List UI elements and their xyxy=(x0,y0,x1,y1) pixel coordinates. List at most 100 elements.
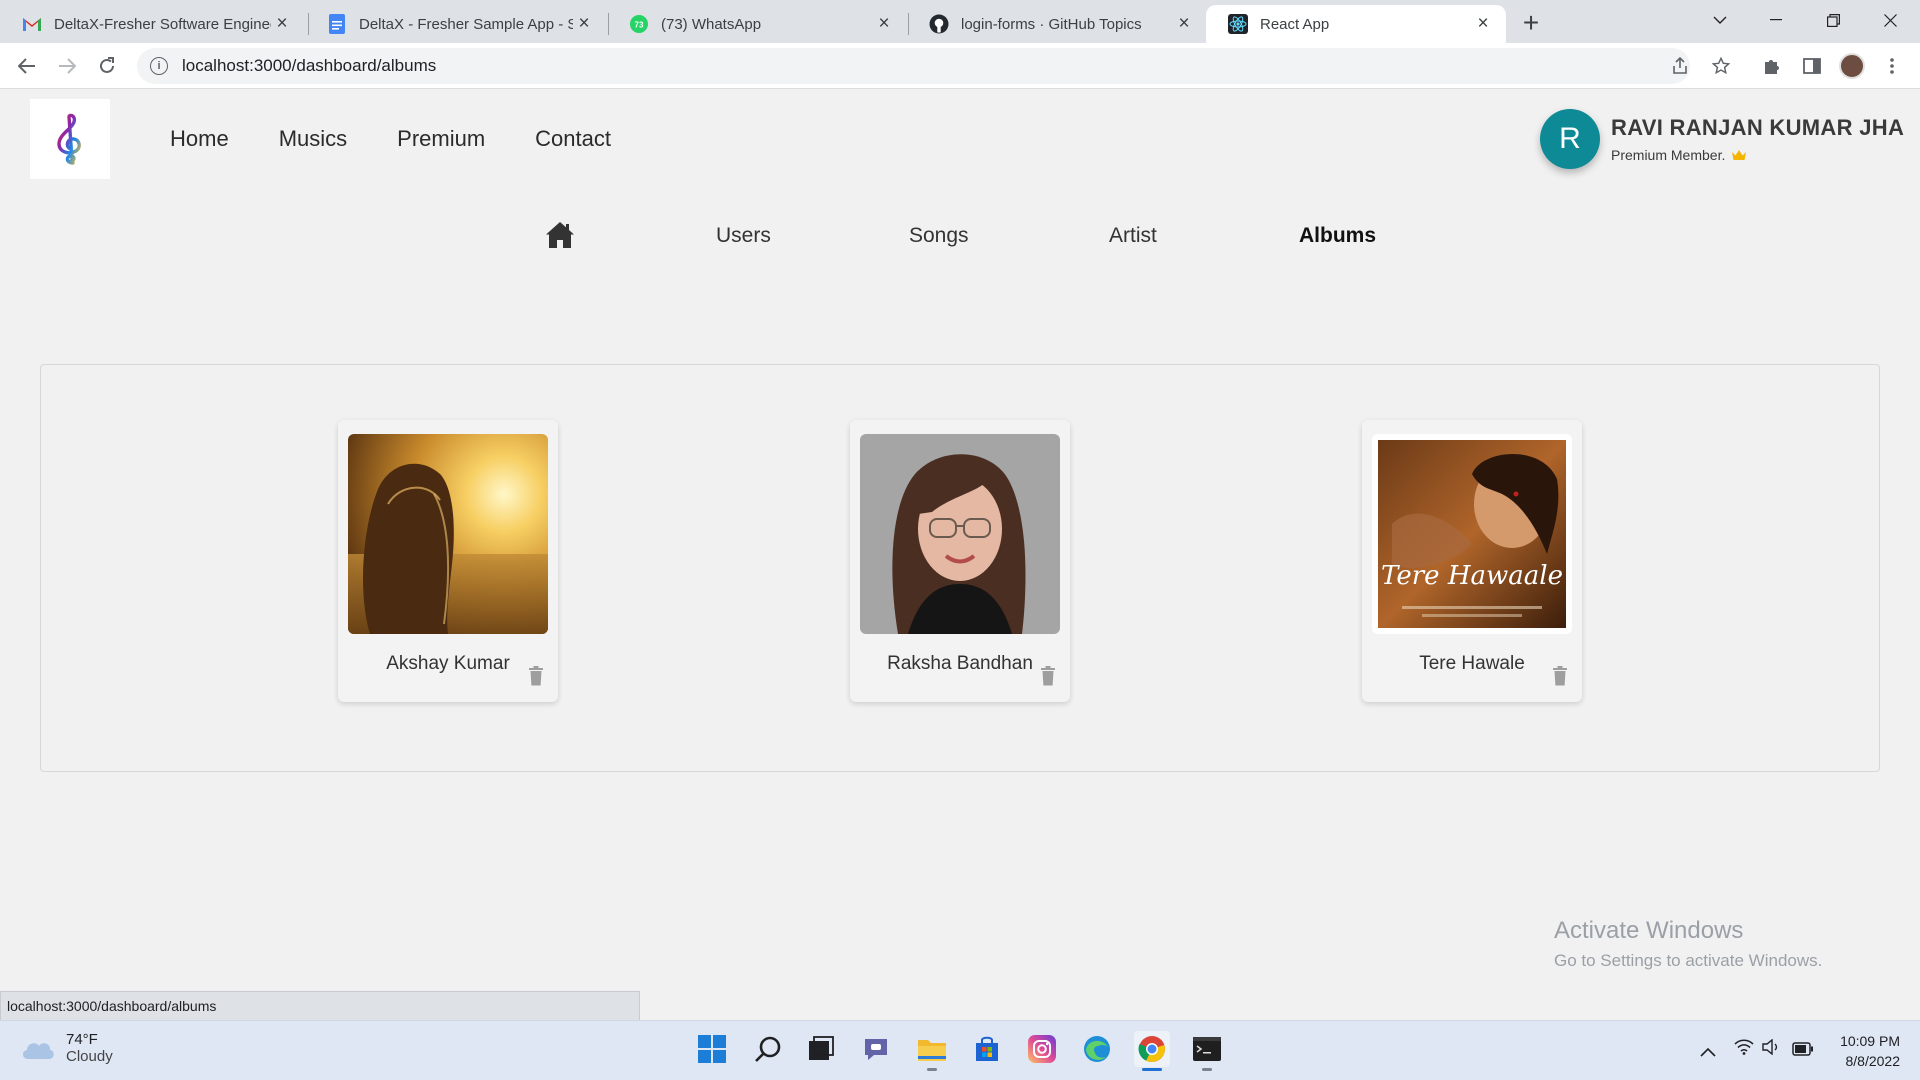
weather-temp: 74°F xyxy=(66,1031,98,1048)
albums-panel: Akshay Kumar Raksha Bandhan Tere Hawaale… xyxy=(40,364,1880,772)
weather-widget[interactable]: 74°F Cloudy xyxy=(20,1031,113,1065)
store-bag-icon xyxy=(976,1036,998,1061)
gmail-icon xyxy=(22,14,42,34)
treble-clef-logo-icon xyxy=(57,113,81,165)
wifi-icon xyxy=(1734,1039,1754,1055)
subnav-songs[interactable]: Songs xyxy=(909,224,969,248)
back-button[interactable] xyxy=(13,52,41,80)
subnav-albums[interactable]: Albums xyxy=(1299,224,1376,248)
terminal-button[interactable] xyxy=(1189,1031,1225,1071)
tab-title: React App xyxy=(1260,15,1330,33)
extensions-puzzle-icon[interactable] xyxy=(1759,53,1785,79)
tab-google-docs[interactable]: DeltaX - Fresher Sample App - Sp × xyxy=(305,5,607,43)
instagram-button[interactable] xyxy=(1024,1031,1060,1067)
site-info-icon[interactable]: i xyxy=(150,57,168,75)
close-tab-icon[interactable]: × xyxy=(873,13,895,35)
side-panel-icon[interactable] xyxy=(1799,53,1825,79)
tab-title: (73) WhatsApp xyxy=(661,15,762,33)
minimize-button[interactable] xyxy=(1756,4,1796,36)
app-root: Home Musics Premium Contact R RAVI RANJA… xyxy=(0,89,1920,992)
album-card[interactable]: Tere Hawaale Tere Hawale xyxy=(1362,420,1582,702)
tab-title: DeltaX-Fresher Software Enginee xyxy=(54,15,271,33)
nav-home[interactable]: Home xyxy=(170,126,229,152)
tab-github[interactable]: login-forms · GitHub Topics × xyxy=(907,5,1207,43)
membership-label: Premium Member. xyxy=(1611,147,1726,163)
battery-status[interactable] xyxy=(1792,1040,1814,1061)
close-tab-icon[interactable]: × xyxy=(573,13,595,35)
windows-logo-icon xyxy=(698,1035,726,1063)
watermark-title: Activate Windows xyxy=(1554,917,1744,944)
close-tab-icon[interactable]: × xyxy=(1173,13,1195,35)
svg-text:73: 73 xyxy=(635,21,644,30)
windows-taskbar: 74°F Cloudy 10:09 PM 8/8/2022 xyxy=(0,1020,1920,1080)
microsoft-store-button[interactable] xyxy=(969,1031,1005,1067)
teams-chat-button[interactable] xyxy=(858,1031,894,1067)
album-cover-sunset-field xyxy=(348,434,548,634)
delete-trash-icon[interactable] xyxy=(528,666,544,686)
album-cover-tere-hawaale-poster: Tere Hawaale xyxy=(1372,434,1572,634)
start-button[interactable] xyxy=(694,1031,730,1067)
speaker-icon xyxy=(1762,1038,1778,1056)
clock-date: 8/8/2022 xyxy=(1845,1053,1901,1069)
teams-chat-icon xyxy=(865,1039,887,1060)
album-card[interactable]: Akshay Kumar xyxy=(338,420,558,702)
edge-icon xyxy=(1084,1036,1110,1062)
user-name: RAVI RANJAN KUMAR JHA xyxy=(1611,115,1905,140)
home-icon xyxy=(546,222,574,248)
taskbar-search-button[interactable] xyxy=(750,1031,786,1067)
delete-trash-icon[interactable] xyxy=(1040,666,1056,686)
nav-premium[interactable]: Premium xyxy=(397,126,485,152)
browser-tab-strip: DeltaX-Fresher Software Enginee × DeltaX… xyxy=(0,0,1920,43)
reload-button[interactable] xyxy=(93,52,121,80)
instagram-icon xyxy=(1028,1035,1056,1063)
chrome-browser-button[interactable] xyxy=(1134,1031,1170,1071)
delete-trash-icon[interactable] xyxy=(1552,666,1568,686)
chrome-icon xyxy=(1138,1036,1165,1063)
nav-contact[interactable]: Contact xyxy=(535,126,611,152)
tab-search-icon[interactable] xyxy=(1700,4,1740,36)
tab-whatsapp[interactable]: 73 (73) WhatsApp × xyxy=(607,5,907,43)
profile-avatar-icon[interactable] xyxy=(1839,53,1865,79)
close-tab-icon[interactable]: × xyxy=(1472,13,1494,35)
browser-menu-icon[interactable] xyxy=(1879,53,1905,79)
app-logo[interactable] xyxy=(30,99,110,179)
show-hidden-icons-button[interactable] xyxy=(1700,1041,1716,1062)
volume-control[interactable] xyxy=(1762,1038,1782,1060)
tab-react-app[interactable]: React App × xyxy=(1206,5,1506,43)
tab-gmail[interactable]: DeltaX-Fresher Software Enginee × xyxy=(0,5,305,43)
forward-button[interactable] xyxy=(53,52,81,80)
task-view-icon xyxy=(809,1036,834,1060)
close-tab-icon[interactable]: × xyxy=(271,13,293,35)
clock-time: 10:09 PM xyxy=(1840,1033,1900,1049)
dashboard-home-button[interactable] xyxy=(545,221,575,251)
file-explorer-button[interactable] xyxy=(914,1031,950,1071)
address-bar[interactable]: i localhost:3000/dashboard/albums xyxy=(137,48,1730,84)
system-clock[interactable]: 10:09 PM 8/8/2022 xyxy=(1820,1031,1900,1071)
chevron-up-icon xyxy=(1700,1047,1716,1057)
task-view-button[interactable] xyxy=(803,1031,839,1067)
folder-icon xyxy=(918,1040,946,1061)
tab-title: DeltaX - Fresher Sample App - Sp xyxy=(359,15,573,33)
album-card[interactable]: Raksha Bandhan xyxy=(850,420,1070,702)
nav-musics[interactable]: Musics xyxy=(279,126,347,152)
whatsapp-icon: 73 xyxy=(629,14,649,34)
react-icon xyxy=(1228,14,1248,34)
restore-button[interactable] xyxy=(1813,4,1853,36)
edge-browser-button[interactable] xyxy=(1079,1031,1115,1067)
wifi-status[interactable] xyxy=(1734,1039,1754,1060)
user-profile[interactable]: R RAVI RANJAN KUMAR JHA Premium Member. xyxy=(1540,109,1904,169)
browser-toolbar: i localhost:3000/dashboard/albums xyxy=(0,43,1920,89)
docs-icon xyxy=(327,14,347,34)
subnav-users[interactable]: Users xyxy=(716,224,771,248)
new-tab-button[interactable]: + xyxy=(1516,7,1546,38)
poster-title-text: Tere Hawaale xyxy=(1381,561,1563,591)
avatar[interactable]: R xyxy=(1540,109,1600,169)
link-status-bar: localhost:3000/dashboard/albums xyxy=(0,991,640,1021)
close-window-button[interactable] xyxy=(1870,4,1910,36)
weather-condition: Cloudy xyxy=(66,1048,113,1065)
subnav-artist[interactable]: Artist xyxy=(1109,224,1157,248)
share-icon[interactable] xyxy=(1668,54,1692,78)
bookmark-star-icon[interactable] xyxy=(1709,54,1733,78)
windows-activation-watermark: Activate Windows Go to Settings to activ… xyxy=(1554,917,1822,971)
terminal-icon xyxy=(1193,1037,1221,1061)
